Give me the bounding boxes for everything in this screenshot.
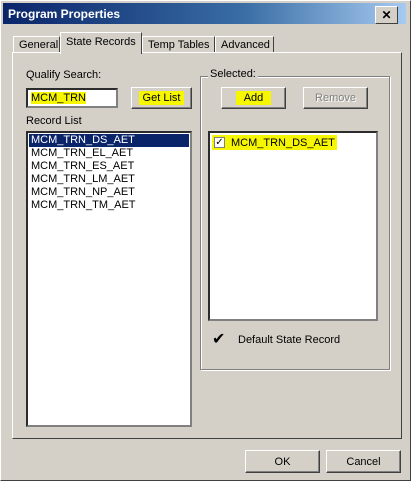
remove-button[interactable]: Remove	[303, 87, 368, 109]
cancel-label: Cancel	[346, 455, 381, 468]
tab-advanced-label: Advanced	[221, 39, 270, 51]
close-icon: ✕	[381, 8, 392, 22]
tab-temp-tables-label: Temp Tables	[148, 39, 210, 51]
record-list-item[interactable]: MCM_TRN_ES_AET	[29, 160, 189, 173]
selected-record-item[interactable]: ✓ MCM_TRN_DS_AET	[212, 135, 337, 150]
tab-state-records-label: State Records	[66, 36, 136, 48]
ok-button[interactable]: OK	[245, 450, 320, 473]
record-list-item[interactable]: MCM_TRN_TM_AET	[29, 199, 189, 212]
get-list-button[interactable]: Get List	[131, 87, 192, 109]
selected-records-list[interactable]: ✓ MCM_TRN_DS_AET	[208, 131, 378, 321]
tab-state-records[interactable]: State Records	[60, 32, 142, 54]
record-listbox[interactable]: MCM_TRN_DS_AET MCM_TRN_EL_AET MCM_TRN_ES…	[26, 131, 192, 427]
tab-temp-tables[interactable]: Temp Tables	[142, 36, 215, 53]
record-list-item[interactable]: MCM_TRN_NP_AET	[29, 186, 189, 199]
tab-general-label: General	[19, 39, 59, 51]
tab-general[interactable]: General	[13, 36, 60, 53]
qualify-search-value: MCM_TRN	[31, 92, 86, 104]
cancel-button[interactable]: Cancel	[326, 450, 401, 473]
checkbox-checked-icon[interactable]: ✓	[214, 137, 225, 148]
default-state-record-label: Default State Record	[238, 334, 341, 346]
check-icon: ✔	[212, 331, 226, 348]
close-button[interactable]: ✕	[375, 6, 398, 24]
remove-label: Remove	[315, 92, 356, 104]
record-list-item[interactable]: MCM_TRN_EL_AET	[29, 147, 189, 160]
qualify-search-label: Qualify Search:	[26, 69, 102, 81]
selected-label: Selected:	[208, 68, 258, 80]
qualify-search-input[interactable]: MCM_TRN	[26, 88, 118, 108]
tab-advanced[interactable]: Advanced	[215, 36, 274, 53]
add-label: Add	[235, 91, 272, 105]
default-state-record-option[interactable]: ✔ Default State Record	[212, 332, 340, 348]
title-bar[interactable]: Program Properties ✕	[3, 3, 406, 24]
get-list-label: Get List	[138, 91, 185, 105]
add-button[interactable]: Add	[221, 87, 286, 109]
selected-record-name: MCM_TRN_DS_AET	[231, 136, 335, 149]
record-list-item[interactable]: MCM_TRN_DS_AET	[29, 134, 189, 147]
window-title: Program Properties	[8, 7, 121, 21]
record-list-item[interactable]: MCM_TRN_LM_AET	[29, 173, 189, 186]
ok-label: OK	[274, 455, 291, 468]
record-list-label: Record List	[26, 115, 82, 127]
